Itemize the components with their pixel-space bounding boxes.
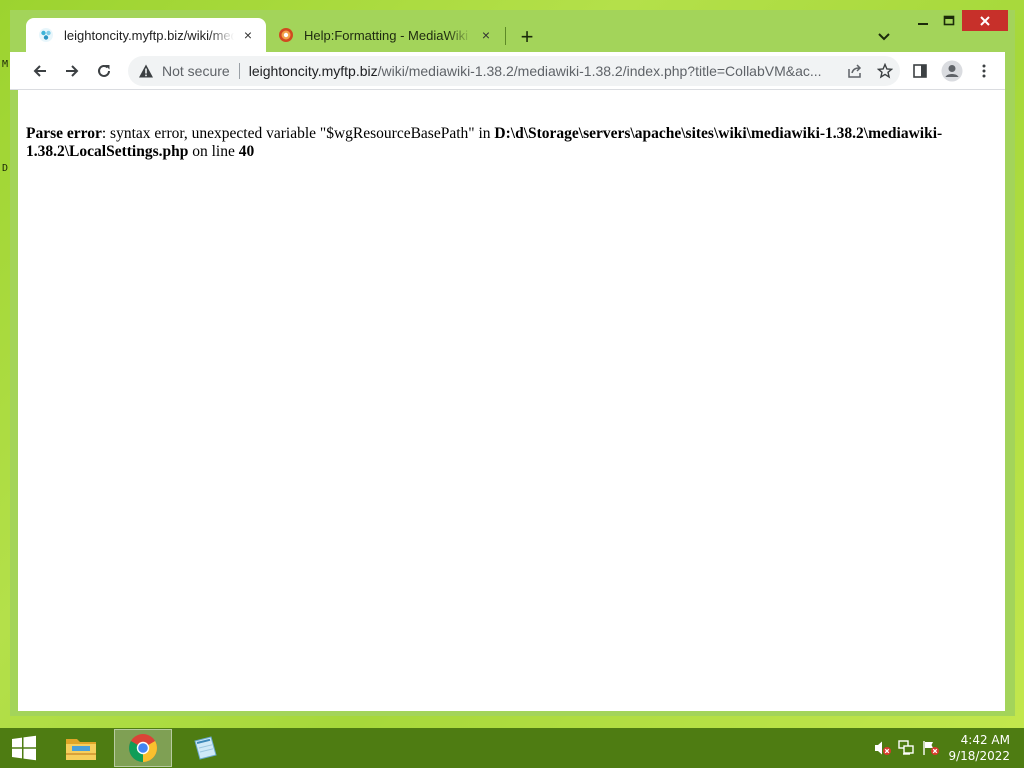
profile-button[interactable]: [938, 57, 966, 85]
tab-separator: [505, 27, 506, 45]
url-path: /wiki/mediawiki-1.38.2/mediawiki-1.38.2/…: [377, 63, 822, 79]
share-icon[interactable]: [840, 56, 870, 86]
minimize-icon: [918, 22, 928, 25]
tab-leightoncity[interactable]: leightoncity.myftp.biz/wiki/mediawiki-1.…: [26, 18, 266, 52]
action-center-flag-icon[interactable]: [922, 740, 940, 756]
file-explorer-taskbar-button[interactable]: [52, 729, 110, 767]
arrow-right-icon: [66, 65, 79, 77]
bookmark-star-icon[interactable]: [870, 56, 900, 86]
volume-muted-icon[interactable]: [874, 740, 892, 756]
minimize-button[interactable]: [910, 10, 936, 31]
tab-close-icon[interactable]: ×: [478, 27, 494, 43]
clock-date: 9/18/2022: [948, 749, 1010, 763]
desktop-icon-label: M: [2, 59, 9, 70]
back-button[interactable]: [26, 57, 54, 85]
not-secure-label[interactable]: Not secure: [162, 63, 230, 79]
omnibox-divider: [238, 63, 240, 79]
page-content: Parse error: syntax error, unexpected va…: [18, 90, 1005, 711]
url-text[interactable]: leightoncity.myftp.biz/wiki/mediawiki-1.…: [249, 63, 840, 79]
wiki-favicon-icon: [39, 28, 53, 42]
tab-close-icon[interactable]: ×: [240, 27, 256, 43]
menu-button[interactable]: [970, 57, 998, 85]
tab-help-formatting[interactable]: Help:Formatting - MediaWiki ×: [266, 18, 504, 52]
chrome-icon: [129, 734, 157, 762]
reload-button[interactable]: [90, 57, 118, 85]
tab-strip: leightoncity.myftp.biz/wiki/mediawiki-1.…: [10, 10, 1015, 52]
notepad-taskbar-button[interactable]: [176, 729, 234, 767]
error-line-number: 40: [238, 143, 255, 160]
taskbar: 4:42 AM 9/18/2022: [0, 728, 1024, 768]
address-bar[interactable]: Not secure leightoncity.myftp.biz/wiki/m…: [128, 56, 900, 86]
reload-icon: [98, 64, 110, 77]
new-tab-button[interactable]: +: [514, 24, 540, 50]
on-line-text: on line: [188, 143, 239, 160]
tab-title: leightoncity.myftp.biz/wiki/mediawiki-1.…: [64, 27, 234, 43]
forward-button[interactable]: [58, 57, 86, 85]
desktop-icon-label: D: [2, 163, 9, 174]
notepad-icon: [194, 736, 217, 760]
warning-icon: [139, 64, 153, 78]
browser-window: leightoncity.myftp.biz/wiki/mediawiki-1.…: [10, 10, 1015, 716]
arrow-left-icon: [33, 65, 46, 77]
taskbar-clock[interactable]: 4:42 AM 9/18/2022: [948, 732, 1010, 764]
mediawiki-favicon-icon: [279, 28, 293, 42]
maximize-icon: [943, 15, 955, 25]
php-error-message: Parse error: syntax error, unexpected va…: [18, 90, 1005, 161]
chrome-taskbar-button[interactable]: [114, 729, 172, 767]
clock-time: 4:42 AM: [960, 733, 1010, 747]
browser-toolbar: Not secure leightoncity.myftp.biz/wiki/m…: [10, 52, 1005, 90]
error-description: : syntax error, unexpected variable "$wg…: [101, 125, 495, 142]
profile-avatar-icon: [941, 60, 963, 82]
windows-logo-icon: [12, 735, 36, 761]
error-label: Parse error: [26, 125, 102, 142]
side-panel-icon: [913, 64, 927, 78]
side-panel-button[interactable]: [906, 57, 934, 85]
folder-icon: [66, 739, 96, 760]
tab-title: Help:Formatting - MediaWiki: [304, 27, 468, 43]
tab-search-icon[interactable]: [872, 26, 896, 48]
maximize-button[interactable]: [936, 10, 962, 31]
url-host: leightoncity.myftp.biz: [248, 63, 378, 79]
start-button[interactable]: [0, 728, 48, 768]
more-vertical-icon: [982, 64, 986, 78]
network-icon[interactable]: [898, 740, 916, 756]
close-window-button[interactable]: [962, 10, 1008, 31]
close-icon: [980, 15, 990, 26]
